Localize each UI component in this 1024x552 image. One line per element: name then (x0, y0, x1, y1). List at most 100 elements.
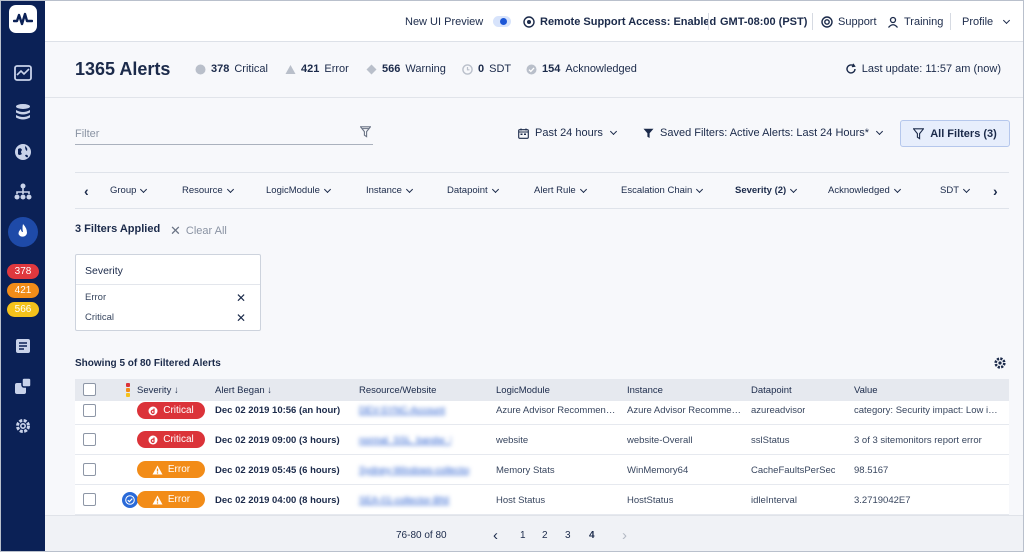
severity-badge-error: Error (137, 491, 205, 508)
column-filter-label: Escalation Chain (621, 185, 693, 196)
table-row[interactable]: Critical Dec 02 2019 09:00 (3 hours) nor… (75, 425, 1009, 455)
table-row[interactable]: Critical Dec 02 2019 10:56 (an hour) DEV… (75, 401, 1009, 425)
chevron-left-icon[interactable]: ‹ (493, 527, 498, 544)
sidebar-item-topology[interactable] (1, 177, 45, 207)
severity-filter-value: Critical (85, 312, 115, 323)
column-filter-group[interactable]: Group (110, 185, 148, 196)
divider (812, 13, 813, 30)
severity-label: Critical (163, 405, 194, 416)
column-filter-alert-rule[interactable]: Alert Rule (534, 185, 587, 196)
table-settings-gear-icon[interactable] (993, 356, 1007, 370)
column-filter-label: Severity (2) (735, 185, 787, 196)
datapoint-cell: idleInterval (751, 495, 797, 506)
page-2-button[interactable]: 2 (542, 530, 548, 541)
training-label: Training (904, 15, 944, 28)
row-checkbox[interactable] (83, 463, 96, 476)
table-row[interactable]: Error Dec 02 2019 04:00 (8 hours) SEA-01… (75, 485, 1009, 515)
instance-cell: website-Overall (627, 435, 693, 446)
warning-triangle-icon (152, 465, 163, 474)
column-header-alert-began[interactable]: Alert Began ↓ (215, 385, 272, 396)
clear-all-button[interactable]: ✕ Clear All (170, 223, 227, 239)
logicmonitor-logo[interactable] (9, 5, 37, 33)
toggle-switch[interactable] (493, 16, 512, 27)
warning-count-badge[interactable]: 566 (7, 302, 39, 317)
ack-count: 154 (542, 63, 561, 75)
chevron-left-icon[interactable]: ‹ (84, 183, 89, 199)
page-4-button[interactable]: 4 (589, 530, 595, 541)
row-checkbox[interactable] (83, 433, 96, 446)
new-ui-preview-toggle[interactable]: New UI Preview (405, 1, 512, 42)
chevron-right-icon[interactable]: › (993, 183, 998, 199)
alert-began: Dec 02 2019 09:00 (3 hours) (215, 435, 340, 446)
timezone-text: GMT-08:00 (PST) (720, 15, 808, 28)
sort-arrow-icon: ↓ (173, 385, 179, 396)
column-filter-logicmodule[interactable]: LogicModule (266, 185, 331, 196)
select-all-checkbox[interactable] (83, 383, 96, 396)
column-filter-instance[interactable]: Instance (366, 185, 413, 196)
app-frame: 378 421 566 New UI Preview Remote Suppor… (0, 0, 1024, 552)
column-header-logicmodule[interactable]: LogicModule (496, 385, 550, 396)
last-update[interactable]: Last update: 11:57 am (now) (845, 63, 1001, 75)
row-checkbox[interactable] (83, 404, 96, 417)
sdt-stat[interactable]: 0 SDT (462, 63, 511, 75)
time-range-dropdown[interactable]: Past 24 hours (518, 121, 617, 145)
sidebar-item-alerts[interactable] (1, 217, 45, 247)
all-filters-button[interactable]: All Filters (3) (900, 120, 1010, 147)
chevron-down-icon (140, 185, 148, 193)
sidebar-item-settings[interactable] (1, 411, 45, 441)
remote-support-status[interactable]: Remote Support Access: Enabled (523, 1, 716, 42)
instance-cell: HostStatus (627, 495, 674, 506)
value-cell: category: Security impact: Low i… (854, 405, 998, 416)
critical-count-badge[interactable]: 378 (7, 264, 39, 279)
resource-link[interactable]: DEV-SYNC-Account (359, 405, 449, 416)
column-header-value[interactable]: Value (854, 385, 878, 396)
page-1-button[interactable]: 1 (520, 530, 526, 541)
alert-began: Dec 02 2019 10:56 (an hour) (215, 405, 341, 416)
resource-link[interactable]: Sydney-Windows-collector (359, 465, 469, 476)
sidebar-item-modules[interactable] (1, 371, 45, 401)
critical-count: 378 (211, 63, 230, 75)
filters-applied-label: 3 Filters Applied (75, 223, 161, 235)
sidebar-item-resources[interactable] (1, 97, 45, 127)
resource-link[interactable]: SEA-01-collector-BNI (359, 495, 459, 506)
row-checkbox[interactable] (83, 493, 96, 506)
sidebar-item-reports[interactable] (1, 331, 45, 361)
column-header-instance[interactable]: Instance (627, 385, 663, 396)
sidebar-item-websites[interactable] (1, 137, 45, 167)
chevron-down-icon (790, 185, 798, 193)
sidebar-item-dashboards[interactable] (1, 58, 45, 88)
column-header-datapoint[interactable]: Datapoint (751, 385, 792, 396)
column-filter-resource[interactable]: Resource (182, 185, 234, 196)
sdt-count: 0 (478, 63, 485, 75)
critical-stat[interactable]: 378 Critical (195, 63, 268, 75)
saved-filters-dropdown[interactable]: Saved Filters: Active Alerts: Last 24 Ho… (643, 121, 884, 145)
column-filter-sdt[interactable]: SDT (940, 185, 971, 196)
column-filter-acknowledged[interactable]: Acknowledged (828, 185, 901, 196)
warning-stat[interactable]: 566 Warning (366, 63, 446, 75)
column-filter-datapoint[interactable]: Datapoint (447, 185, 499, 196)
resource-link[interactable]: normal_SSL_bandw_l (359, 435, 451, 446)
column-filter-escalation-chain[interactable]: Escalation Chain (621, 185, 704, 196)
error-count-badge[interactable]: 421 (7, 283, 39, 298)
support-link[interactable]: Support (821, 1, 877, 42)
table-row[interactable]: Error Dec 02 2019 05:45 (6 hours) Sydney… (75, 455, 1009, 485)
funnel-icon[interactable] (360, 126, 371, 138)
close-icon[interactable]: ✕ (236, 291, 246, 305)
column-filter-label: Alert Rule (534, 185, 576, 196)
close-icon[interactable]: ✕ (236, 311, 246, 325)
profile-menu[interactable]: Profile (962, 1, 1011, 42)
page-range: 76-80 of 80 (396, 530, 447, 541)
error-stat[interactable]: 421 Error (285, 63, 349, 75)
page-3-button[interactable]: 3 (565, 530, 571, 541)
chevron-right-icon[interactable]: › (622, 527, 627, 544)
column-header-severity[interactable]: Severity ↓ (137, 385, 179, 396)
page-title: 1365 Alerts (75, 59, 171, 79)
column-header-resource[interactable]: Resource/Website (359, 385, 436, 396)
filter-input[interactable]: Filter (75, 123, 373, 145)
column-filter-severity[interactable]: Severity (2) (735, 185, 798, 196)
acknowledged-stat[interactable]: 154 Acknowledged (526, 63, 637, 75)
sort-arrow-icon: ↓ (267, 385, 273, 396)
profile-label: Profile (962, 15, 994, 28)
training-link[interactable]: Training (887, 1, 943, 42)
logicmodule-cell: Memory Stats (496, 465, 555, 476)
